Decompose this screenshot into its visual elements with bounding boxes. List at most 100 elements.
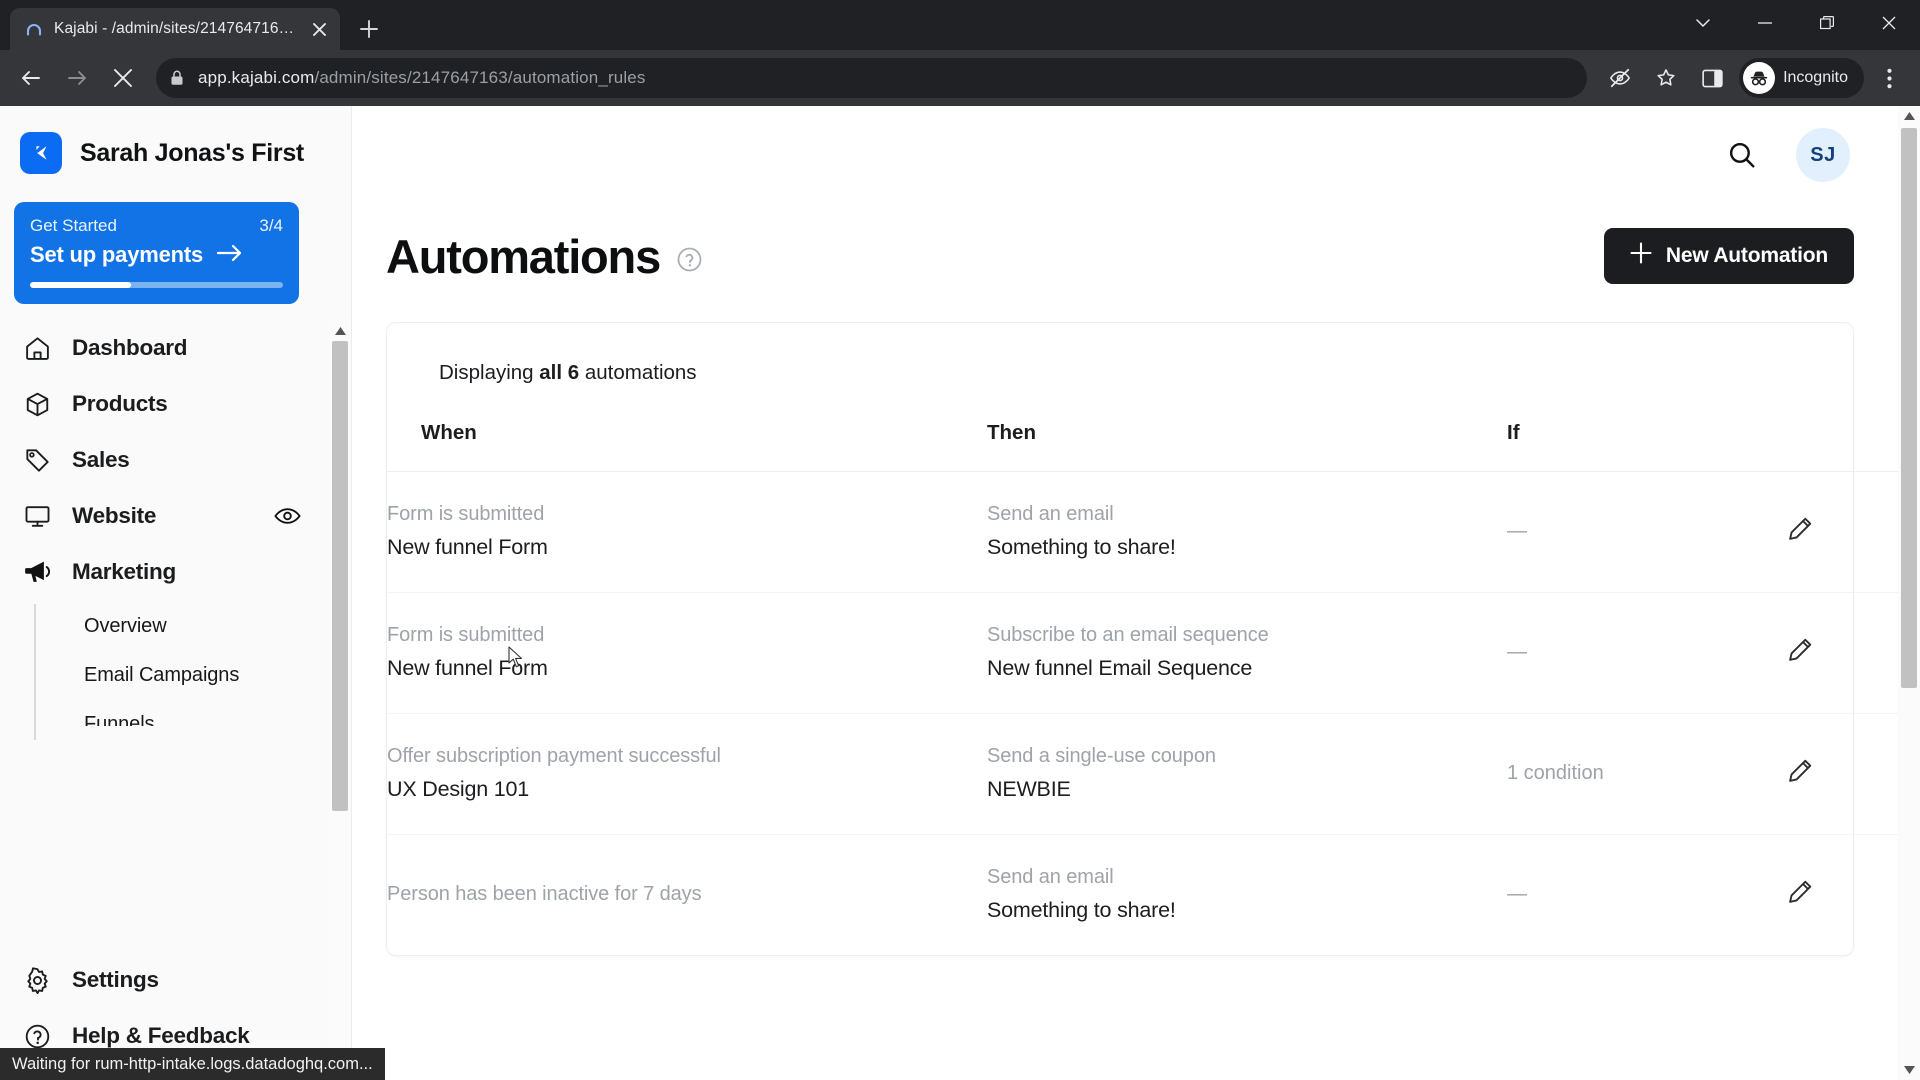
sidebar-subitem-overview[interactable]: Overview <box>56 602 317 651</box>
table-row[interactable]: Person has been inactive for 7 days Send … <box>387 835 1907 956</box>
edit-pencil-icon[interactable] <box>1787 878 1814 905</box>
search-icon[interactable] <box>1722 135 1762 175</box>
sidebar-item-products[interactable]: Products <box>0 376 317 432</box>
new-automation-button[interactable]: New Automation <box>1603 228 1854 284</box>
column-header-if: If <box>1507 421 1787 472</box>
when-label: Person has been inactive for 7 days <box>387 882 702 905</box>
forward-icon[interactable] <box>56 57 98 99</box>
then-value: New funnel Email Sequence <box>987 656 1253 681</box>
megaphone-icon <box>22 557 52 587</box>
cube-icon <box>22 389 52 419</box>
tab-search-icon[interactable] <box>1672 0 1734 46</box>
arrow-right-icon <box>216 244 243 267</box>
automations-card: Displaying all 6 automations When Then I… <box>386 322 1907 957</box>
edit-pencil-icon[interactable] <box>1787 757 1814 784</box>
kajabi-tab-favicon <box>24 19 44 39</box>
displaying-count: all 6 <box>539 361 580 384</box>
cell-when: Person has been inactive for 7 days <box>387 835 987 956</box>
page-viewport: Sarah Jonas's First Get Started 3/4 Set … <box>0 106 1920 1080</box>
brand-header[interactable]: Sarah Jonas's First <box>0 106 351 196</box>
cell-then: Send an email Something to share! <box>987 471 1507 594</box>
url-path: /admin/sites/2147647163/automation_rules <box>314 68 646 87</box>
cell-then: Send an email Something to share! <box>987 835 1507 956</box>
column-header-actions <box>1787 421 1907 472</box>
page-title: Automations <box>386 229 661 283</box>
close-window-icon[interactable] <box>1858 0 1920 46</box>
cell-actions <box>1787 713 1907 836</box>
cell-actions <box>1787 835 1907 956</box>
then-label: Subscribe to an email sequence <box>987 624 1269 647</box>
sidebar-scrollbar[interactable] <box>329 321 351 1080</box>
bookmark-star-icon[interactable] <box>1645 57 1687 99</box>
cell-if: — <box>1507 471 1787 594</box>
sidebar-item-website[interactable]: Website <box>0 488 317 544</box>
cell-if: — <box>1507 882 1527 905</box>
incognito-indicator[interactable]: Incognito <box>1739 58 1864 98</box>
sidebar-item-settings[interactable]: Settings <box>0 952 351 1008</box>
incognito-label: Incognito <box>1783 69 1848 86</box>
get-started-card[interactable]: Get Started 3/4 Set up payments <box>14 202 299 304</box>
third-party-cookie-blocked-icon[interactable] <box>1599 57 1641 99</box>
home-icon <box>22 333 52 363</box>
site-secure-lock-icon <box>170 70 186 86</box>
when-value: UX Design 101 <box>387 777 530 802</box>
kajabi-logo-icon <box>20 132 62 174</box>
tab-strip: Kajabi - /admin/sites/214764716… <box>0 0 1920 50</box>
back-icon[interactable] <box>10 57 52 99</box>
sidebar-item-sales[interactable]: Sales <box>0 432 317 488</box>
maximize-icon[interactable] <box>1796 0 1858 46</box>
scrollbar-track[interactable] <box>329 341 351 1060</box>
sidebar-item-marketing[interactable]: Marketing <box>0 544 317 600</box>
when-label: Offer subscription payment successful <box>387 745 721 768</box>
cell-if: — <box>1507 592 1787 715</box>
stop-loading-icon[interactable] <box>102 57 144 99</box>
edit-pencil-icon[interactable] <box>1787 515 1814 542</box>
sidebar-subitem-funnels[interactable]: Funnels <box>56 700 317 726</box>
cell-when: Offer subscription payment successful UX … <box>387 713 987 836</box>
address-bar[interactable]: app.kajabi.com/admin/sites/2147647163/au… <box>156 58 1588 98</box>
sidebar-scroll-area: Get Started 3/4 Set up payments Dashboar… <box>0 196 351 952</box>
cell-then: Send a single-use coupon NEWBIE <box>987 713 1507 836</box>
eye-icon[interactable] <box>274 506 301 526</box>
sidebar-item-label: Sales <box>72 447 130 472</box>
close-icon[interactable] <box>306 16 332 42</box>
displaying-prefix: Displaying <box>439 361 540 384</box>
page-header: Automations New Automation <box>352 204 1920 284</box>
browser-window: Kajabi - /admin/sites/214764716… app.kaj… <box>0 0 1920 1080</box>
get-started-count: 3/4 <box>259 216 283 235</box>
table-row[interactable]: Offer subscription payment successful UX … <box>387 713 1907 836</box>
sidebar-item-label: Website <box>72 503 157 528</box>
then-label: Send an email <box>987 866 1114 889</box>
scroll-up-arrow-icon[interactable] <box>329 321 351 341</box>
cell-when: Form is submitted New funnel Form <box>387 592 987 715</box>
minimize-icon[interactable] <box>1734 0 1796 46</box>
sidebar-subitem-email-campaigns[interactable]: Email Campaigns <box>56 651 317 700</box>
monitor-icon <box>22 501 52 531</box>
gear-icon <box>22 965 52 995</box>
side-panel-icon[interactable] <box>1691 57 1733 99</box>
browser-tab[interactable]: Kajabi - /admin/sites/214764716… <box>10 8 340 50</box>
scrollbar-thumb[interactable] <box>332 341 348 811</box>
new-automation-label: New Automation <box>1665 244 1828 267</box>
edit-pencil-icon[interactable] <box>1787 636 1814 663</box>
get-started-label: Get Started <box>30 216 117 235</box>
table-row[interactable]: Form is submitted New funnel Form Subscrib… <box>387 592 1907 715</box>
cell-then: Subscribe to an email sequence New funnel… <box>987 592 1507 715</box>
new-tab-button[interactable] <box>350 10 388 48</box>
then-value: Something to share! <box>987 535 1176 559</box>
main-scrollbar[interactable] <box>1898 106 1920 1080</box>
then-label: Send an email <box>987 503 1114 525</box>
when-label: Form is submitted <box>387 624 545 647</box>
column-header-then: Then <box>987 421 1507 472</box>
avatar[interactable]: SJ <box>1796 128 1850 182</box>
then-value: NEWBIE <box>987 777 1071 802</box>
sidebar-item-dashboard[interactable]: Dashboard <box>0 320 317 376</box>
browser-toolbar: app.kajabi.com/admin/sites/2147647163/au… <box>0 50 1920 106</box>
column-header-when: When <box>387 421 987 472</box>
scrollbar-thumb[interactable] <box>1901 128 1917 688</box>
scroll-up-arrow-icon[interactable] <box>1898 106 1920 126</box>
chrome-menu-icon[interactable] <box>1868 57 1910 99</box>
table-row[interactable]: Form is submitted New funnel Form Send an … <box>387 471 1907 594</box>
scroll-down-arrow-icon[interactable] <box>1898 1060 1920 1080</box>
help-circle-icon[interactable] <box>676 246 703 273</box>
